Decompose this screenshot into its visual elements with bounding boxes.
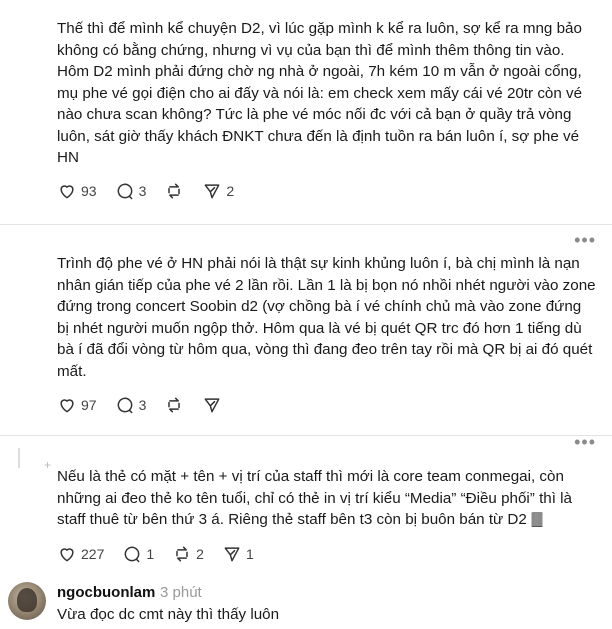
heart-icon (60, 185, 74, 199)
repost-icon (176, 546, 188, 562)
share-button[interactable]: 1 (222, 544, 254, 564)
comment-count: 3 (138, 397, 147, 413)
post-1-actions: 93 3 2 (57, 181, 252, 201)
repost-icon (168, 397, 181, 413)
post-3-actions: 227 1 2 1 (57, 544, 272, 564)
like-count: 97 (81, 397, 97, 413)
share-count: 2 (226, 183, 235, 199)
share-button[interactable] (202, 395, 222, 415)
comment-icon (117, 183, 132, 200)
post-2-text: Trình độ phe vé ở HN phải nói là thật sự… (57, 255, 596, 380)
repost-icon (168, 183, 181, 199)
post-2-actions: 97 3 (57, 395, 240, 415)
share-button[interactable]: 2 (202, 181, 234, 201)
like-button[interactable]: 97 (57, 395, 97, 415)
divider (0, 224, 612, 225)
thread-line (18, 448, 20, 468)
heart-icon (60, 399, 74, 413)
comment-icon (124, 546, 140, 563)
share-icon (224, 547, 240, 562)
repost-count: 2 (196, 546, 204, 562)
repost-button[interactable]: 2 (172, 544, 204, 564)
divider (0, 435, 612, 436)
post-3-text: Nếu là thẻ có mặt + tên + vị trí của sta… (57, 468, 573, 528)
like-count: 93 (81, 183, 97, 199)
more-icon[interactable]: ••• (574, 432, 596, 453)
comment-count: 3 (138, 183, 147, 199)
like-button[interactable]: 93 (57, 181, 97, 201)
repost-button[interactable] (164, 181, 184, 201)
comment-icon (117, 397, 132, 414)
share-count: 1 (245, 546, 254, 562)
share-icon (204, 184, 220, 199)
like-button[interactable]: 227 (57, 544, 104, 564)
username[interactable]: ngocbuonlam (57, 584, 155, 601)
comment-button[interactable]: 1 (122, 544, 154, 564)
comment-button[interactable]: 3 (115, 181, 147, 201)
more-icon[interactable]: ••• (574, 230, 596, 251)
plus-icon: + (44, 458, 52, 472)
share-icon (204, 398, 220, 413)
timestamp: 3 phút (160, 584, 202, 601)
post-1-text: Thế thì để mình kể chuyện D2, vì lúc gặp… (57, 20, 583, 166)
comment-count: 1 (146, 546, 155, 562)
heart-icon (60, 548, 74, 562)
avatar[interactable] (8, 582, 46, 620)
repost-button[interactable] (164, 395, 184, 415)
like-count: 227 (81, 546, 105, 562)
reply-text: Vừa đọc dc cmt này thì thấy luôn (57, 606, 280, 623)
comment-button[interactable]: 3 (115, 395, 147, 415)
